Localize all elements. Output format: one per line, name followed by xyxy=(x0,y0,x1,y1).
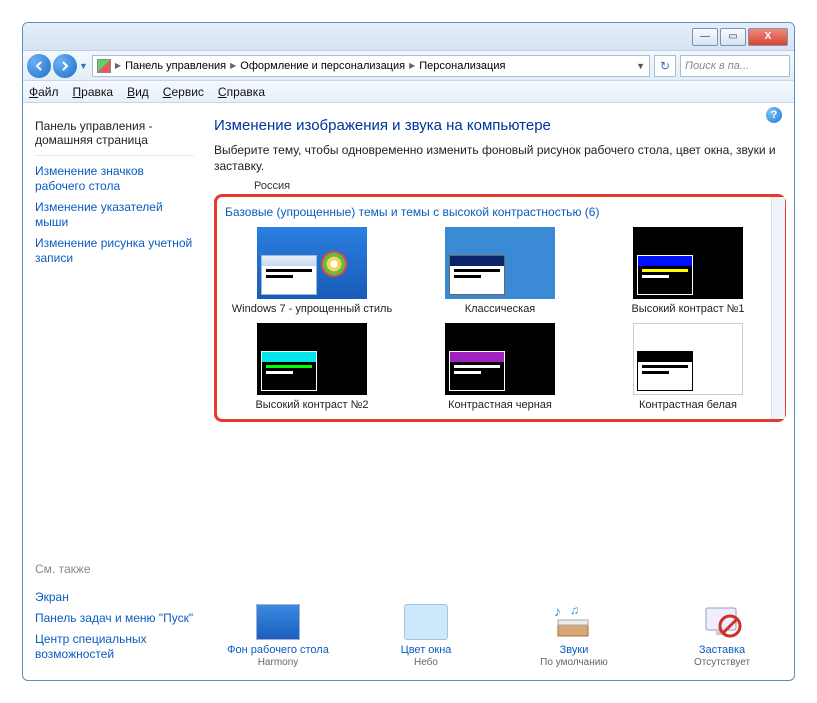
maximize-button[interactable]: ▭ xyxy=(720,28,746,46)
sidebar-home[interactable]: Панель управления - домашняя страница xyxy=(35,119,194,147)
theme-high-contrast-1[interactable]: Высокий контраст №1 xyxy=(601,227,775,315)
highlighted-section: Базовые (упрощенные) темы и темы с высок… xyxy=(214,194,786,422)
option-label: Заставка xyxy=(699,644,745,656)
section-title-basic-themes: Базовые (упрощенные) темы и темы с высок… xyxy=(225,205,775,219)
sidebar-link-account-picture[interactable]: Изменение рисунка учетной записи xyxy=(35,236,194,266)
dropdown-icon[interactable]: ▼ xyxy=(636,61,645,71)
menu-view[interactable]: Вид xyxy=(127,85,149,99)
theme-windows7-basic[interactable]: Windows 7 - упрощенный стиль xyxy=(225,227,399,315)
window-body: Панель управления - домашняя страница Из… xyxy=(23,103,794,680)
menu-help[interactable]: Справка xyxy=(218,85,265,99)
chevron-right-icon: ▶ xyxy=(230,61,236,70)
option-label: Цвет окна xyxy=(401,644,452,656)
chevron-down-icon[interactable]: ▼ xyxy=(79,61,88,71)
breadcrumb-item[interactable]: Панель управления xyxy=(125,60,226,72)
theme-label-russia: Россия xyxy=(254,180,786,192)
theme-label: Контрастная черная xyxy=(448,399,552,411)
breadcrumb-item[interactable]: Персонализация xyxy=(419,60,505,72)
address-bar: ▼ ▶ Панель управления ▶ Оформление и пер… xyxy=(23,51,794,81)
option-sub: По умолчанию xyxy=(540,657,608,668)
help-icon[interactable]: ? xyxy=(766,107,782,123)
desktop-background-icon xyxy=(256,604,300,640)
close-button[interactable]: X xyxy=(748,28,788,46)
sidebar-link-mouse-pointers[interactable]: Изменение указателей мыши xyxy=(35,200,194,230)
sidebar-link-ease-of-access[interactable]: Центр специальных возможностей xyxy=(35,632,194,662)
theme-contrast-white[interactable]: Контрастная белая xyxy=(601,323,775,411)
refresh-button[interactable]: ↻ xyxy=(654,55,676,77)
option-sounds[interactable]: ♪ ♫ Звуки По умолчанию xyxy=(514,604,634,668)
menu-service[interactable]: Сервис xyxy=(163,85,204,99)
sidebar-link-taskbar[interactable]: Панель задач и меню "Пуск" xyxy=(35,611,194,626)
theme-label: Windows 7 - упрощенный стиль xyxy=(232,303,392,315)
sounds-icon: ♪ ♫ xyxy=(552,604,596,640)
screensaver-icon xyxy=(700,604,744,640)
theme-high-contrast-2[interactable]: Высокий контраст №2 xyxy=(225,323,399,411)
sidebar-link-desktop-icons[interactable]: Изменение значков рабочего стола xyxy=(35,164,194,194)
theme-grid: Windows 7 - упрощенный стиль Классическа xyxy=(225,227,775,411)
option-sub: Отсутствует xyxy=(694,657,750,668)
option-screensaver[interactable]: Заставка Отсутствует xyxy=(662,604,782,668)
control-panel-icon xyxy=(97,59,111,73)
window-color-icon xyxy=(404,604,448,640)
chevron-right-icon: ▶ xyxy=(409,61,415,70)
forward-button[interactable] xyxy=(53,54,77,78)
breadcrumb-item[interactable]: Оформление и персонализация xyxy=(240,60,405,72)
scrollbar[interactable] xyxy=(771,197,785,419)
menu-edit[interactable]: Правка xyxy=(73,85,114,99)
titlebar: — ▭ X xyxy=(23,23,794,51)
back-button[interactable] xyxy=(27,54,51,78)
nav-buttons: ▼ xyxy=(27,54,88,78)
breadcrumb[interactable]: ▶ Панель управления ▶ Оформление и персо… xyxy=(92,55,650,77)
search-placeholder: Поиск в па... xyxy=(685,60,749,72)
svg-text:♫: ♫ xyxy=(570,604,579,617)
themes-scroll-area: Россия Базовые (упрощенные) темы и темы … xyxy=(214,180,786,594)
page-description: Выберите тему, чтобы одновременно измени… xyxy=(214,142,786,174)
theme-label: Высокий контраст №2 xyxy=(255,399,368,411)
theme-label: Классическая xyxy=(465,303,536,315)
option-sub: Небо xyxy=(414,657,438,668)
option-window-color[interactable]: Цвет окна Небо xyxy=(366,604,486,668)
bottom-options: Фон рабочего стола Harmony Цвет окна Неб… xyxy=(214,594,786,672)
chevron-right-icon: ▶ xyxy=(115,61,121,70)
option-label: Звуки xyxy=(560,644,589,656)
svg-text:♪: ♪ xyxy=(554,604,561,619)
menubar: Файл Правка Вид Сервис Справка xyxy=(23,81,794,103)
minimize-button[interactable]: — xyxy=(692,28,718,46)
option-label: Фон рабочего стола xyxy=(227,644,329,656)
sidebar-link-display[interactable]: Экран xyxy=(35,590,194,605)
search-input[interactable]: Поиск в па... xyxy=(680,55,790,77)
sidebar-see-also-heading: См. также xyxy=(29,562,200,576)
option-sub: Harmony xyxy=(258,657,299,668)
window-frame: — ▭ X ▼ ▶ Панель управления ▶ Оформление… xyxy=(22,22,795,681)
content-area: ? Изменение изображения и звука на компь… xyxy=(206,103,794,680)
theme-label: Контрастная белая xyxy=(639,399,737,411)
page-title: Изменение изображения и звука на компьют… xyxy=(214,117,786,134)
option-desktop-background[interactable]: Фон рабочего стола Harmony xyxy=(218,604,338,668)
sidebar: Панель управления - домашняя страница Из… xyxy=(23,103,206,680)
theme-contrast-black[interactable]: Контрастная черная xyxy=(413,323,587,411)
menu-file[interactable]: Файл xyxy=(29,85,59,99)
theme-classic[interactable]: Классическая xyxy=(413,227,587,315)
theme-label: Высокий контраст №1 xyxy=(631,303,744,315)
